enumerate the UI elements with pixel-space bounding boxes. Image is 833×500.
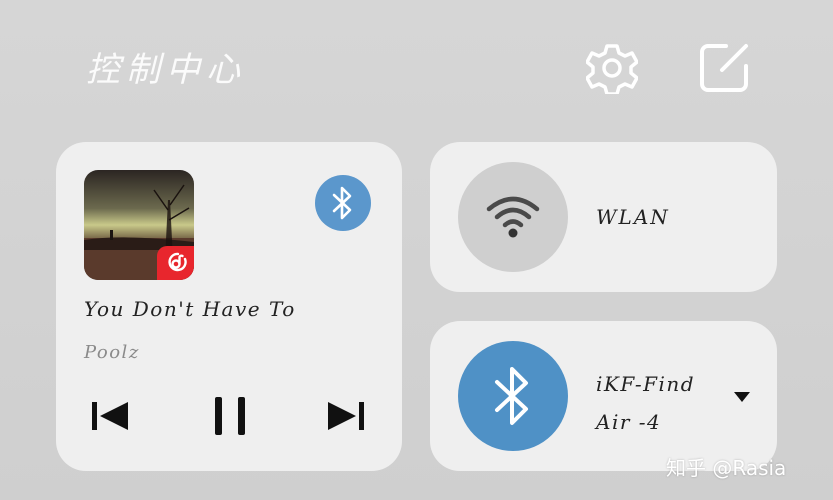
wlan-toggle[interactable] xyxy=(458,162,568,272)
artist-name: Poolz xyxy=(84,342,140,363)
bluetooth-icon xyxy=(495,367,528,425)
pause-icon xyxy=(215,397,245,435)
page-title: 控制中心 xyxy=(86,50,246,90)
previous-track-button[interactable] xyxy=(88,394,132,438)
bluetooth-device-name: iKF-Find Air -4 xyxy=(596,365,695,441)
next-icon xyxy=(328,402,364,430)
music-app-badge xyxy=(157,246,194,280)
bluetooth-icon xyxy=(332,186,352,220)
bluetooth-toggle[interactable] xyxy=(458,341,568,451)
bluetooth-device-line2: Air -4 xyxy=(596,410,662,434)
wlan-label: WLAN xyxy=(596,205,670,229)
song-title: You Don't Have To xyxy=(84,297,296,321)
caret-down-icon xyxy=(734,392,750,402)
media-output-bluetooth-button[interactable] xyxy=(315,175,371,231)
next-track-button[interactable] xyxy=(324,394,368,438)
pause-button[interactable] xyxy=(208,394,252,438)
bluetooth-card[interactable]: iKF-Find Air -4 xyxy=(430,321,777,471)
bluetooth-device-line1: iKF-Find xyxy=(596,372,696,396)
settings-gear-icon[interactable] xyxy=(585,42,639,96)
edit-icon[interactable] xyxy=(698,42,750,94)
wlan-card[interactable]: WLAN xyxy=(430,142,777,292)
wifi-icon xyxy=(486,196,540,238)
media-player-card[interactable]: You Don't Have To Poolz xyxy=(56,142,402,471)
watermark: 知乎 @Rasia xyxy=(666,456,787,480)
netease-music-icon xyxy=(168,252,187,272)
album-art[interactable] xyxy=(84,170,194,280)
previous-icon xyxy=(92,402,128,430)
bluetooth-devices-dropdown[interactable] xyxy=(732,389,752,405)
